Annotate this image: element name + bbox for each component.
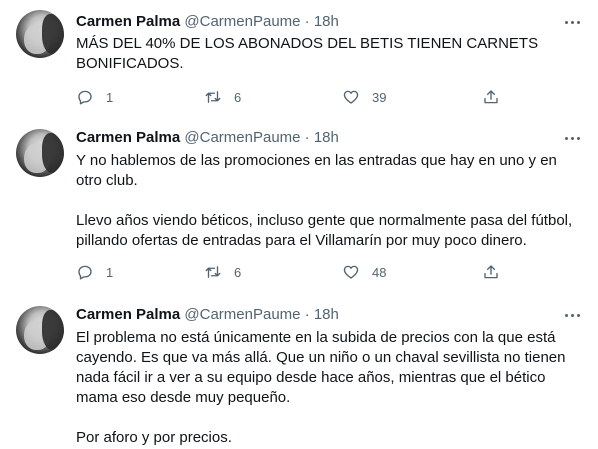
avatar[interactable] <box>16 129 64 177</box>
tweet-2[interactable]: Carmen Palma @CarmenPaume · 18h Y no hab… <box>0 120 598 296</box>
share-icon <box>484 265 498 279</box>
retweet-icon <box>205 91 221 103</box>
retweet-count: 6 <box>234 89 242 105</box>
tweet-time[interactable]: 18h <box>314 306 339 323</box>
separator-dot: · <box>304 306 310 323</box>
author-name[interactable]: Carmen Palma <box>76 306 180 323</box>
reply-icon <box>78 265 92 280</box>
tweet-paragraph: Llevo años viendo béticos, incluso gente… <box>76 212 573 249</box>
more-options-icon[interactable] <box>562 12 582 32</box>
tweet-paragraph: Por aforo y por precios. <box>76 429 232 446</box>
tweet-actions: 1 6 48 <box>76 262 506 282</box>
tweet-actions: 1 6 39 <box>76 87 506 107</box>
author-name[interactable]: Carmen Palma <box>76 129 180 146</box>
reply-count: 1 <box>106 89 114 105</box>
share-button[interactable] <box>482 87 500 107</box>
like-count: 48 <box>372 264 387 280</box>
reply-button[interactable]: 1 <box>76 87 113 107</box>
retweet-button[interactable]: 6 <box>204 262 241 282</box>
like-button[interactable]: 39 <box>342 87 386 107</box>
tweet-header: Carmen Palma @CarmenPaume · 18h <box>76 12 339 32</box>
tweet-paragraph: El problema no está únicamente en la sub… <box>76 329 566 406</box>
reply-button[interactable]: 1 <box>76 262 113 282</box>
reply-count: 1 <box>106 264 114 280</box>
more-options-icon[interactable] <box>562 128 582 148</box>
author-name[interactable]: Carmen Palma <box>76 13 180 30</box>
tweet-1[interactable]: Carmen Palma @CarmenPaume · 18h MÁS DEL … <box>0 0 598 120</box>
tweet-header: Carmen Palma @CarmenPaume · 18h <box>76 305 339 325</box>
share-button[interactable] <box>482 262 500 282</box>
like-button[interactable]: 48 <box>342 262 386 282</box>
tweet-paragraph: MÁS DEL 40% DE LOS ABONADOS DEL BETIS TI… <box>76 35 539 72</box>
tweet-time[interactable]: 18h <box>314 13 339 30</box>
heart-icon <box>343 265 359 279</box>
avatar[interactable] <box>16 10 64 58</box>
tweet-paragraph: Y no hablemos de las promociones en las … <box>76 152 557 189</box>
avatar[interactable] <box>16 306 64 354</box>
share-icon <box>484 90 498 104</box>
tweet-3[interactable]: Carmen Palma @CarmenPaume · 18h El probl… <box>0 296 598 449</box>
author-handle[interactable]: @CarmenPaume <box>184 129 300 146</box>
tweet-text: Y no hablemos de las promociones en las … <box>76 151 586 251</box>
retweet-count: 6 <box>234 264 242 280</box>
reply-icon <box>78 90 92 105</box>
separator-dot: · <box>304 129 310 146</box>
tweet-text: MÁS DEL 40% DE LOS ABONADOS DEL BETIS TI… <box>76 34 586 74</box>
tweet-header: Carmen Palma @CarmenPaume · 18h <box>76 128 339 148</box>
separator-dot: · <box>304 13 310 30</box>
author-handle[interactable]: @CarmenPaume <box>184 13 300 30</box>
more-options-icon[interactable] <box>562 305 582 325</box>
author-handle[interactable]: @CarmenPaume <box>184 306 300 323</box>
tweet-time[interactable]: 18h <box>314 129 339 146</box>
tweet-text: El problema no está únicamente en la sub… <box>76 328 586 448</box>
retweet-button[interactable]: 6 <box>204 87 241 107</box>
retweet-icon <box>205 266 221 278</box>
like-count: 39 <box>372 89 387 105</box>
heart-icon <box>343 90 359 104</box>
